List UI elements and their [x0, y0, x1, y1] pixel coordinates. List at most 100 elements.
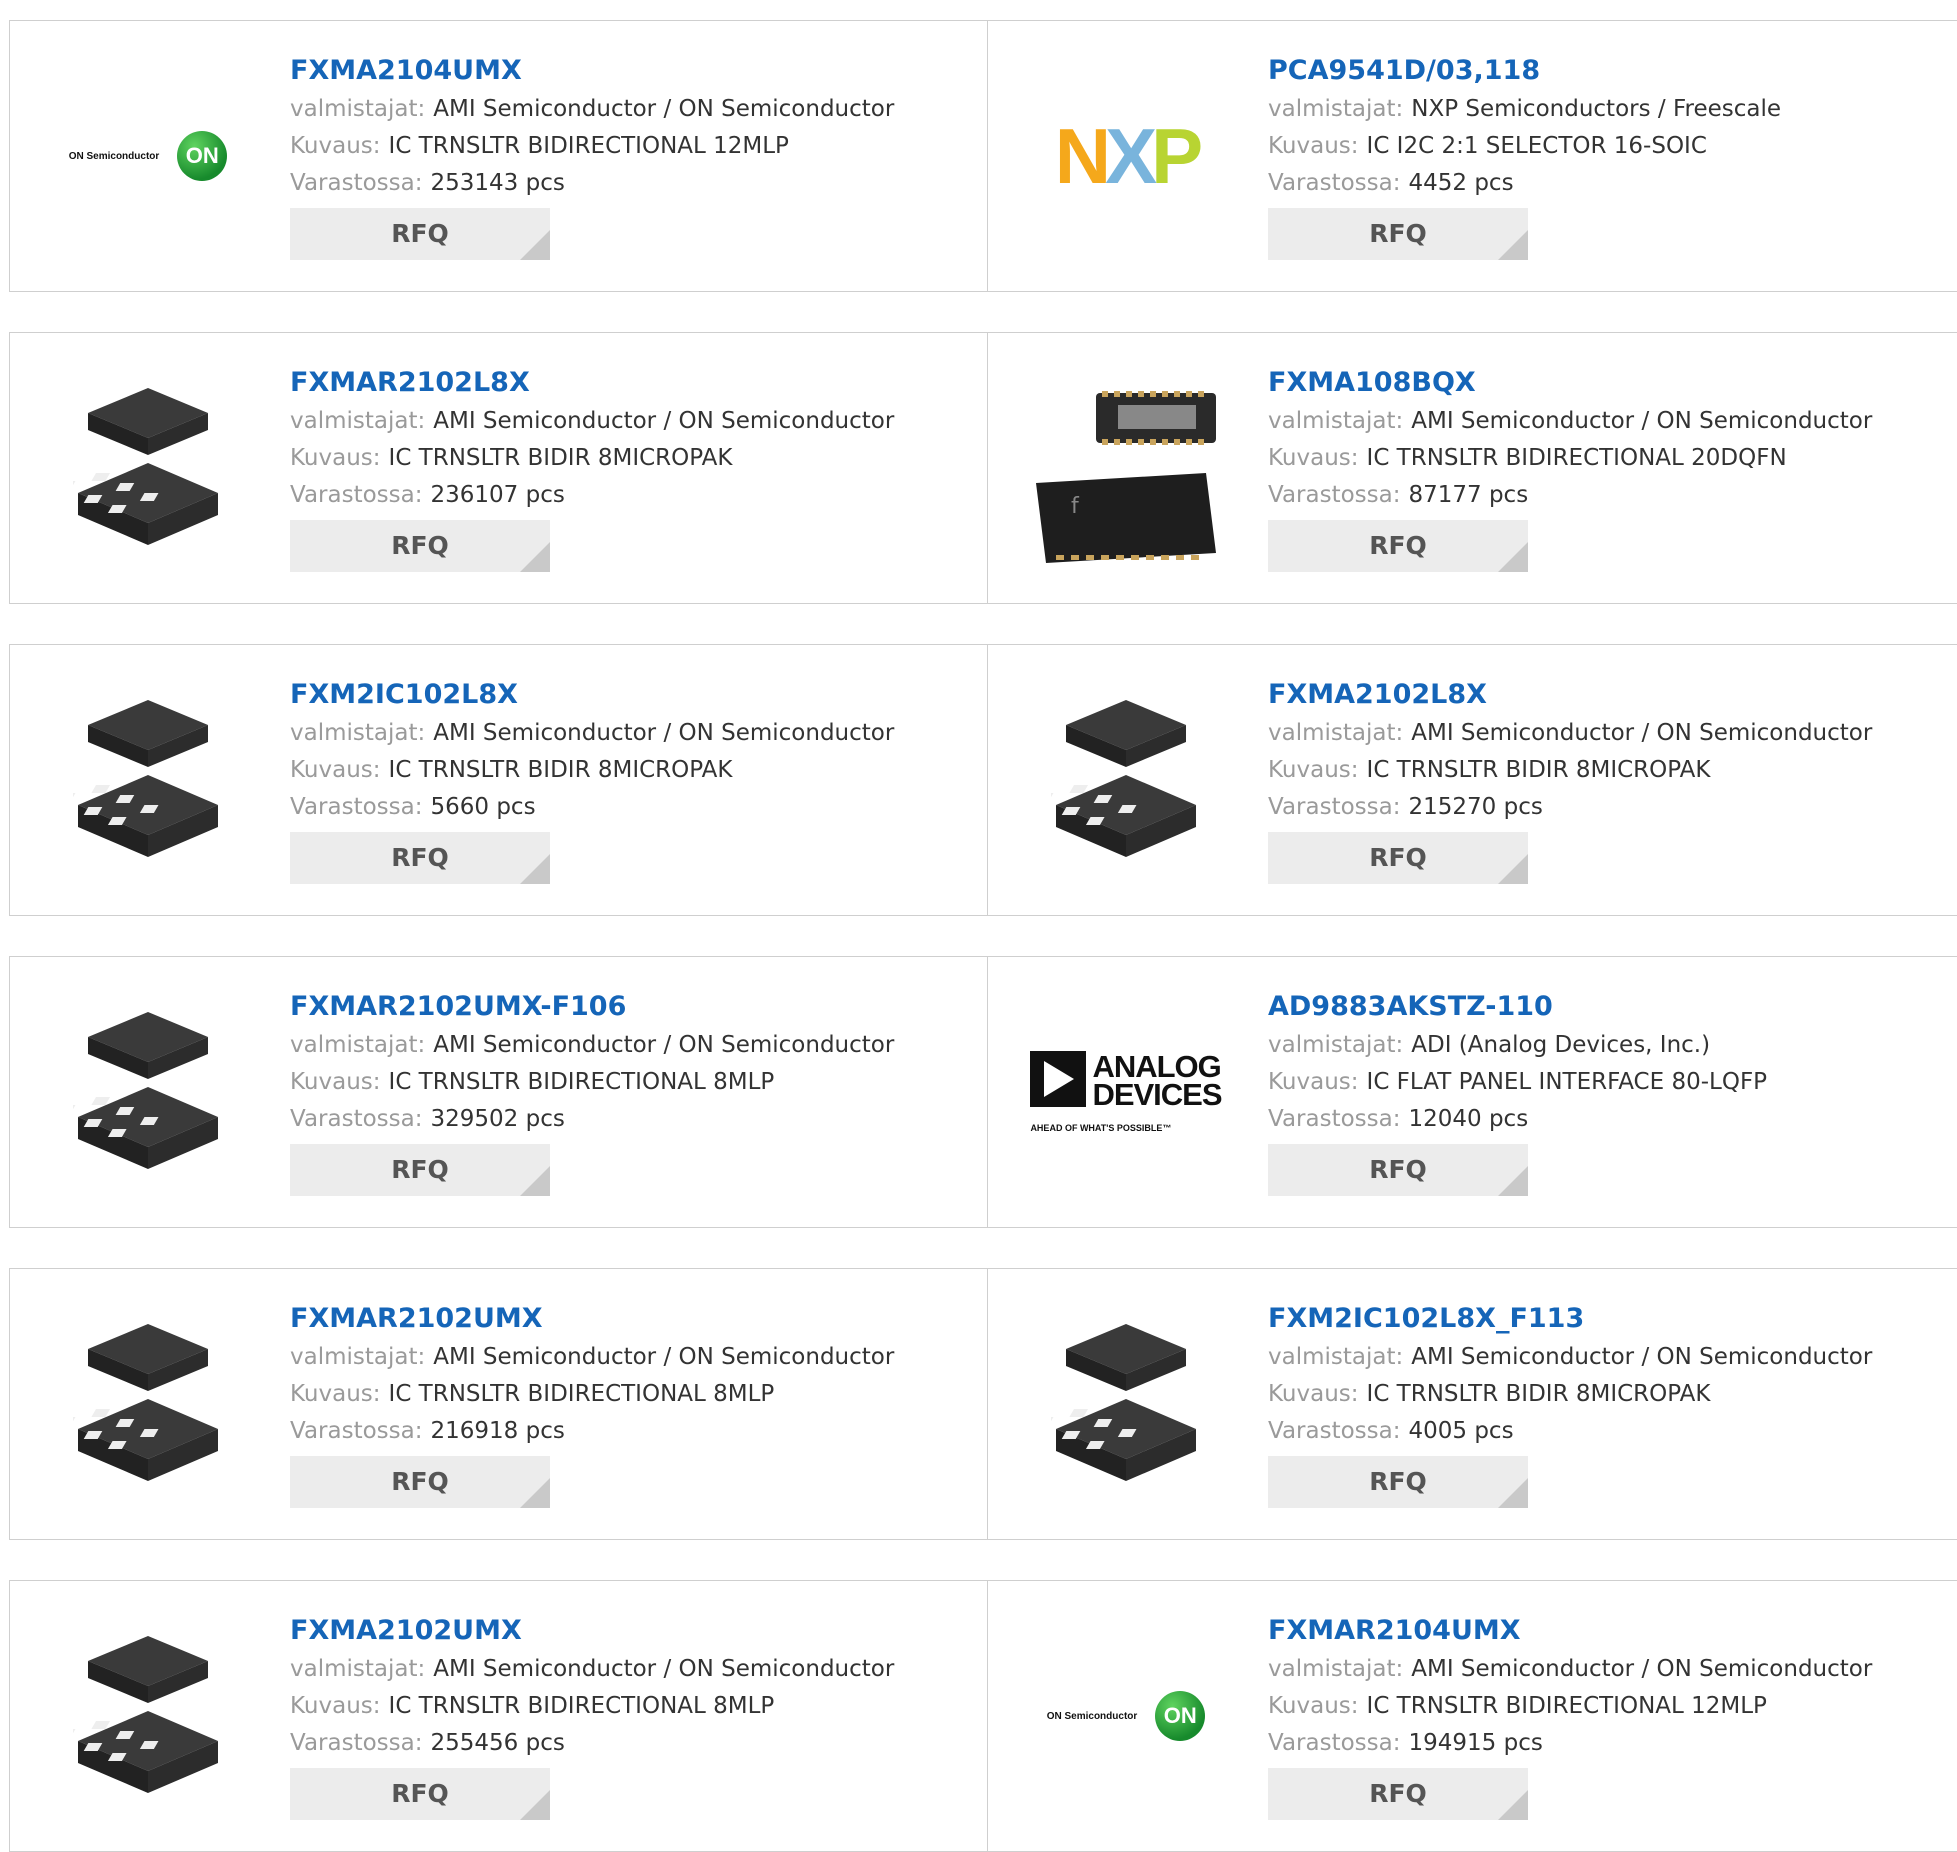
part-number-link[interactable]: FXMAR2102L8X [290, 363, 930, 403]
stock-line: Varastossa: 5660 pcs [290, 789, 930, 826]
on-logo-mark: ON [1155, 1691, 1206, 1741]
logo-tagline: AHEAD OF WHAT'S POSSIBLE™ [1030, 1123, 1172, 1133]
on-semiconductor-logo-image[interactable]: ON Semiconductor ON [1026, 1611, 1226, 1821]
part-number-link[interactable]: FXMA108BQX [1268, 363, 1908, 403]
part-number-link[interactable]: FXMA2102L8X [1268, 675, 1908, 715]
micropak-chip-image[interactable] [48, 675, 248, 885]
micropak-chip-image[interactable] [48, 363, 248, 573]
rfq-button[interactable]: RFQ [1268, 1456, 1528, 1508]
manufacturer-label: valmistajat: [1268, 1656, 1404, 1682]
product-row: FXMAR2102UMX-F106 valmistajat: AMI Semicon… [9, 956, 1957, 1228]
rfq-button[interactable]: RFQ [290, 1768, 550, 1820]
logo-word: DEVICES [1092, 1077, 1222, 1112]
rfq-button[interactable]: RFQ [290, 520, 550, 572]
product-card: FXMAR2102L8X valmistajat: AMI Semiconducto… [10, 333, 988, 603]
description-label: Kuvaus: [1268, 1693, 1359, 1719]
stock-label: Varastossa: [290, 170, 423, 196]
product-info: FXM2IC102L8X valmistajat: AMI Semiconducto… [290, 675, 930, 884]
product-card: f FXMA108BQX valmistajat: AMI Semiconductor… [988, 333, 1957, 603]
rfq-button[interactable]: RFQ [1268, 208, 1528, 260]
description-line: Kuvaus: IC TRNSLTR BIDIRECTIONAL 8MLP [290, 1064, 930, 1101]
description-line: Kuvaus: IC FLAT PANEL INTERFACE 80-LQFP [1268, 1064, 1908, 1101]
rfq-button[interactable]: RFQ [1268, 832, 1528, 884]
product-card: N X P PCA9541D/03,118 valmistajat: NXP Semico… [988, 21, 1957, 291]
stock-label: Varastossa: [1268, 482, 1401, 508]
description-value: IC TRNSLTR BIDIRECTIONAL 20DQFN [1366, 445, 1787, 471]
product-info: FXM2IC102L8X_F113 valmistajat: AMI Semicon… [1268, 1299, 1908, 1508]
manufacturer-line: valmistajat: NXP Semiconductors / Freesca… [1268, 91, 1908, 128]
nxp-logo-image[interactable]: NXP [1026, 51, 1226, 261]
manufacturer-line: valmistajat: AMI Semiconductor / ON Semic… [290, 91, 930, 128]
micropak-chip-image[interactable] [48, 1611, 248, 1821]
rfq-button[interactable]: RFQ [290, 832, 550, 884]
manufacturer-line: valmistajat: AMI Semiconductor / ON Semic… [1268, 1651, 1908, 1688]
stock-label: Varastossa: [1268, 170, 1401, 196]
description-value: IC TRNSLTR BIDIR 8MICROPAK [1366, 757, 1711, 783]
product-info: FXMAR2102UMX-F106 valmistajat: AMI Semicon… [290, 987, 930, 1196]
manufacturer-label: valmistajat: [290, 720, 426, 746]
stock-value: 216918 pcs [430, 1418, 565, 1444]
part-number-link[interactable]: FXMAR2104UMX [1268, 1611, 1908, 1651]
rfq-button[interactable]: RFQ [290, 1456, 550, 1508]
micropak-chip-image[interactable] [48, 1299, 248, 1509]
manufacturer-line: valmistajat: AMI Semiconductor / ON Semic… [290, 715, 930, 752]
manufacturer-value: AMI Semiconductor / ON Semiconductor [433, 720, 895, 746]
description-label: Kuvaus: [1268, 133, 1359, 159]
product-row: FXMAR2102UMX valmistajat: AMI Semiconducto… [9, 1268, 1957, 1540]
description-label: Kuvaus: [290, 1069, 381, 1095]
analog-devices-logo-image[interactable]: ANALOG DEVICES AHEAD OF WHAT'S POSSIBLE™ [1026, 987, 1226, 1197]
manufacturer-label: valmistajat: [290, 1344, 426, 1370]
stock-line: Varastossa: 329502 pcs [290, 1101, 930, 1138]
description-label: Kuvaus: [290, 133, 381, 159]
stock-line: Varastossa: 87177 pcs [1268, 477, 1908, 514]
micropak-chip-image[interactable] [1026, 675, 1226, 885]
part-number-link[interactable]: FXM2IC102L8X_F113 [1268, 1299, 1908, 1339]
manufacturer-label: valmistajat: [1268, 408, 1404, 434]
stock-value: 12040 pcs [1408, 1106, 1529, 1132]
part-number-link[interactable]: FXM2IC102L8X [290, 675, 930, 715]
part-number-link[interactable]: FXMAR2102UMX-F106 [290, 987, 930, 1027]
product-info: FXMAR2102UMX valmistajat: AMI Semiconducto… [290, 1299, 930, 1508]
part-number-link[interactable]: FXMA2102UMX [290, 1611, 930, 1651]
description-line: Kuvaus: IC TRNSLTR BIDIR 8MICROPAK [1268, 752, 1908, 789]
micropak-chip-image[interactable] [1026, 1299, 1226, 1509]
description-line: Kuvaus: IC TRNSLTR BIDIRECTIONAL 8MLP [290, 1376, 930, 1413]
description-label: Kuvaus: [290, 445, 381, 471]
description-value: IC TRNSLTR BIDIRECTIONAL 8MLP [388, 1381, 775, 1407]
analog-devices-triangle-icon [1030, 1051, 1087, 1111]
rfq-button[interactable]: RFQ [1268, 1768, 1528, 1820]
description-value: IC TRNSLTR BIDIRECTIONAL 12MLP [1366, 1693, 1767, 1719]
dqfn-chip-image[interactable]: f [1026, 363, 1226, 573]
description-label: Kuvaus: [1268, 1069, 1359, 1095]
manufacturer-value: ADI (Analog Devices, Inc.) [1411, 1032, 1711, 1058]
on-semiconductor-logo-image[interactable]: ON Semiconductor ON [48, 51, 248, 261]
product-card: FXMAR2102UMX-F106 valmistajat: AMI Semicon… [10, 957, 988, 1227]
description-label: Kuvaus: [290, 1693, 381, 1719]
rfq-button[interactable]: RFQ [290, 208, 550, 260]
stock-value: 194915 pcs [1408, 1730, 1543, 1756]
stock-value: 329502 pcs [430, 1106, 565, 1132]
rfq-button[interactable]: RFQ [1268, 520, 1528, 572]
manufacturer-value: AMI Semiconductor / ON Semiconductor [1411, 408, 1873, 434]
part-number-link[interactable]: PCA9541D/03,118 [1268, 51, 1908, 91]
product-info: FXMA108BQX valmistajat: AMI Semiconductor … [1268, 363, 1908, 572]
rfq-button[interactable]: RFQ [290, 1144, 550, 1196]
description-value: IC FLAT PANEL INTERFACE 80-LQFP [1366, 1069, 1768, 1095]
description-value: IC I2C 2:1 SELECTOR 16-SOIC [1366, 133, 1707, 159]
part-number-link[interactable]: FXMAR2102UMX [290, 1299, 930, 1339]
product-card: FXMA2102L8X valmistajat: AMI Semiconductor… [988, 645, 1957, 915]
rfq-button[interactable]: RFQ [1268, 1144, 1528, 1196]
product-card: ANALOG DEVICES AHEAD OF WHAT'S POSSIBLE™ AD… [988, 957, 1957, 1227]
description-line: Kuvaus: IC TRNSLTR BIDIRECTIONAL 12MLP [290, 128, 930, 165]
product-card: FXM2IC102L8X valmistajat: AMI Semiconducto… [10, 645, 988, 915]
description-value: IC TRNSLTR BIDIRECTIONAL 8MLP [388, 1069, 775, 1095]
description-line: Kuvaus: IC TRNSLTR BIDIRECTIONAL 8MLP [290, 1688, 930, 1725]
part-number-link[interactable]: AD9883AKSTZ-110 [1268, 987, 1908, 1027]
on-logo-mark: ON [177, 131, 228, 181]
part-number-link[interactable]: FXMA2104UMX [290, 51, 930, 91]
manufacturer-label: valmistajat: [290, 1656, 426, 1682]
manufacturer-line: valmistajat: AMI Semiconductor / ON Semic… [290, 1339, 930, 1376]
stock-line: Varastossa: 215270 pcs [1268, 789, 1908, 826]
logo-text: ON Semiconductor [1046, 1710, 1138, 1722]
micropak-chip-image[interactable] [48, 987, 248, 1197]
